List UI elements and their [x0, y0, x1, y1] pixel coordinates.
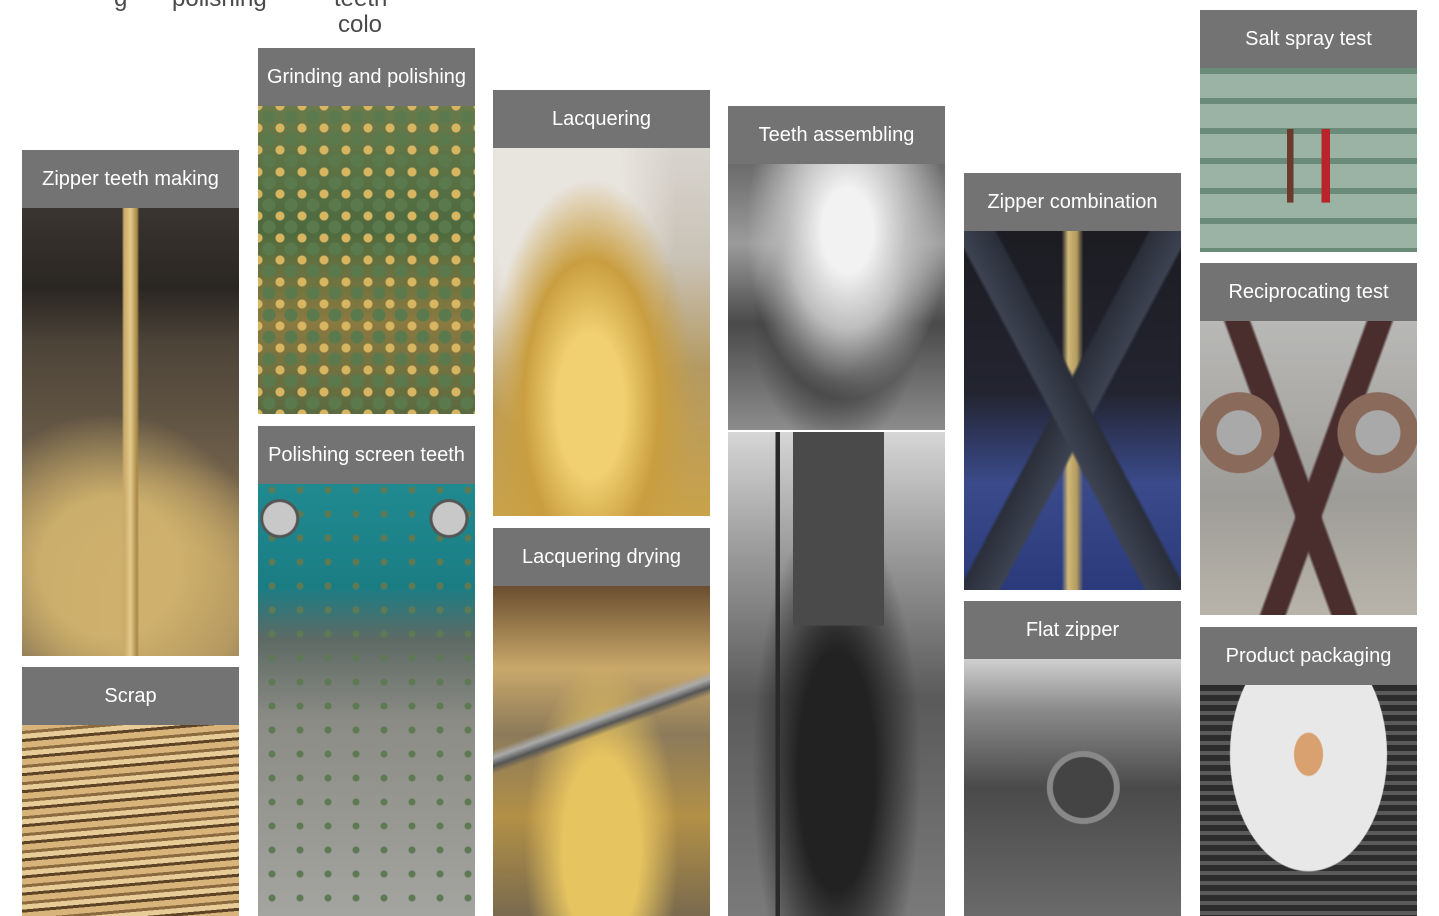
label-grinding-and-polishing: Grinding and polishing — [258, 48, 475, 106]
scrap-photo — [22, 725, 239, 916]
label-zipper-teeth-making: Zipper teeth making — [22, 150, 239, 208]
label-product-packaging: Product packaging — [1200, 627, 1417, 685]
label-teeth-assembling: Teeth assembling — [728, 106, 945, 164]
assembling-machine-photo — [728, 432, 945, 916]
grinding-and-polishing-photo — [258, 106, 475, 414]
label-polishing-screen-teeth: Polishing screen teeth — [258, 426, 475, 484]
teeth-assembling-photo — [728, 164, 945, 430]
label-salt-spray-test: Salt spray test — [1200, 10, 1417, 68]
top-fragment-making: g — [114, 0, 127, 12]
label-flat-zipper: Flat zipper — [964, 601, 1181, 659]
label-scrap: Scrap — [22, 667, 239, 725]
label-lacquering: Lacquering — [493, 90, 710, 148]
zipper-teeth-making-photo — [22, 208, 239, 656]
label-lacquering-drying: Lacquering drying — [493, 528, 710, 586]
zipper-combination-photo — [964, 231, 1181, 590]
reciprocating-test-photo — [1200, 321, 1417, 615]
polishing-screen-teeth-photo — [258, 484, 475, 916]
salt-spray-test-photo — [1200, 68, 1417, 252]
label-zipper-combination: Zipper combination — [964, 173, 1181, 231]
lacquering-photo — [493, 148, 710, 516]
flat-zipper-photo — [964, 659, 1181, 916]
top-fragment-polishing: polishing — [172, 0, 267, 12]
lacquering-drying-photo — [493, 586, 710, 916]
top-fragment-colo: colo — [338, 11, 383, 38]
label-reciprocating-test: Reciprocating test — [1200, 263, 1417, 321]
product-packaging-photo — [1200, 685, 1417, 916]
